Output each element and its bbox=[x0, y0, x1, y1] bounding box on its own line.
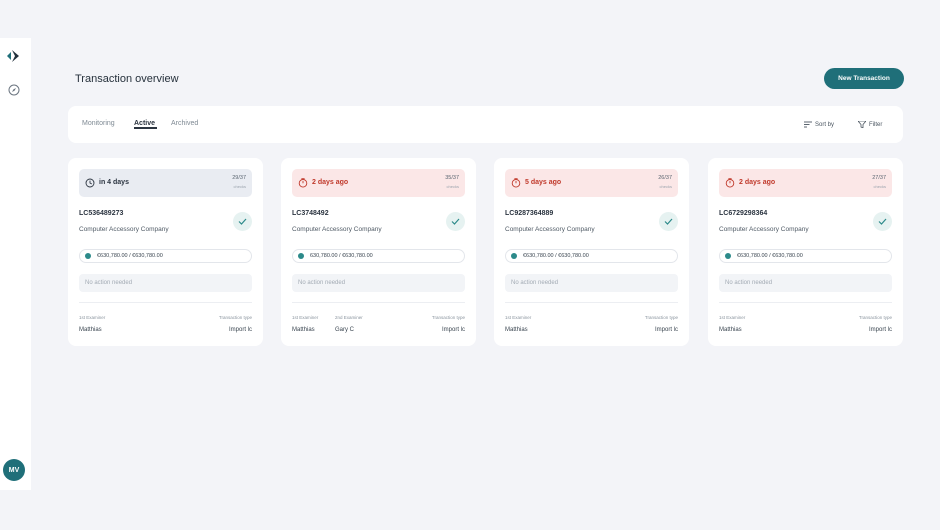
company-name: Computer Accessory Company bbox=[292, 226, 382, 233]
checks-count: 35/37 bbox=[445, 175, 459, 181]
filter-label: Filter bbox=[869, 121, 883, 128]
transaction-type-value: Import lc bbox=[868, 327, 892, 333]
status-banner: 5 days ago 26/37 checks bbox=[505, 169, 678, 197]
overdue-clock-icon bbox=[298, 178, 308, 188]
examiner1-label: 1st Examiner bbox=[719, 315, 746, 320]
overdue-clock-icon bbox=[725, 178, 735, 188]
amount-value: €630,780.00 / €630,780.00 bbox=[737, 253, 803, 259]
examiner1-value: Matthias bbox=[292, 327, 315, 333]
transaction-type-value: Import lc bbox=[228, 327, 252, 333]
compass-icon[interactable] bbox=[8, 84, 20, 96]
sidebar: MV bbox=[0, 38, 31, 490]
currency-icon bbox=[85, 253, 91, 259]
active-tab-indicator bbox=[134, 127, 157, 129]
lc-number[interactable]: LC6729298364 bbox=[719, 210, 767, 217]
status-banner: 2 days ago 27/37 checks bbox=[719, 169, 892, 197]
transaction-type-label: Transaction type bbox=[431, 315, 465, 320]
company-name: Computer Accessory Company bbox=[505, 226, 595, 233]
status-banner: 2 days ago 35/37 checks bbox=[292, 169, 465, 197]
tab-active[interactable]: Active bbox=[134, 120, 155, 127]
page-title: Transaction overview bbox=[75, 73, 179, 85]
examiner1-label: 1st Examiner bbox=[292, 315, 319, 320]
currency-icon bbox=[511, 253, 517, 259]
action-status: No action needed bbox=[292, 274, 465, 292]
transaction-card[interactable]: 2 days ago 35/37 checks LC3748492 Computer A… bbox=[281, 158, 476, 346]
examiner1-value: Matthias bbox=[719, 327, 742, 333]
checks-label: checks bbox=[873, 184, 886, 189]
transaction-type-label: Transaction type bbox=[858, 315, 892, 320]
check-icon bbox=[659, 212, 678, 231]
transaction-type-label: Transaction type bbox=[644, 315, 678, 320]
company-name: Computer Accessory Company bbox=[79, 226, 169, 233]
action-status: No action needed bbox=[79, 274, 252, 292]
filter-icon bbox=[858, 121, 866, 128]
company-name: Computer Accessory Company bbox=[719, 226, 809, 233]
currency-icon bbox=[725, 253, 731, 259]
overdue-clock-icon bbox=[511, 178, 521, 188]
checks-label: checks bbox=[446, 184, 459, 189]
divider bbox=[505, 302, 678, 303]
examiner1-label: 1st Examiner bbox=[79, 315, 106, 320]
action-status: No action needed bbox=[719, 274, 892, 292]
amount-value: 630,780.00 / €630,780.00 bbox=[310, 253, 373, 259]
transaction-type-label: Transaction type bbox=[218, 315, 252, 320]
amount-value: €630,780.00 / €630,780.00 bbox=[523, 253, 589, 259]
filter-button[interactable]: Filter bbox=[858, 121, 882, 128]
checks-count: 29/37 bbox=[232, 175, 246, 181]
divider bbox=[719, 302, 892, 303]
check-icon bbox=[446, 212, 465, 231]
tab-bar: Monitoring Active Archived Sort by Filte… bbox=[68, 106, 903, 143]
lc-number[interactable]: LC9287364889 bbox=[505, 210, 553, 217]
status-text: in 4 days bbox=[99, 179, 129, 186]
amount-pill: €630,780.00 / €630,780.00 bbox=[79, 249, 252, 263]
sort-by-button[interactable]: Sort by bbox=[804, 121, 834, 128]
amount-pill: 630,780.00 / €630,780.00 bbox=[292, 249, 465, 263]
check-icon bbox=[873, 212, 892, 231]
status-text: 2 days ago bbox=[312, 179, 349, 186]
checks-label: checks bbox=[233, 184, 246, 189]
status-text: 5 days ago bbox=[525, 179, 562, 186]
new-transaction-button[interactable]: New Transaction bbox=[824, 68, 904, 89]
transaction-card[interactable]: in 4 days 29/37 checks LC536489273 Computer … bbox=[68, 158, 263, 346]
divider bbox=[292, 302, 465, 303]
action-status: No action needed bbox=[505, 274, 678, 292]
divider bbox=[79, 302, 252, 303]
transaction-card[interactable]: 2 days ago 27/37 checks LC6729298364 Compute… bbox=[708, 158, 903, 346]
examiner2-label: 2nd Examiner bbox=[335, 315, 363, 320]
sort-by-label: Sort by bbox=[815, 121, 835, 128]
tab-archived[interactable]: Archived bbox=[171, 120, 198, 127]
avatar[interactable]: MV bbox=[3, 459, 25, 481]
logo-icon[interactable] bbox=[6, 49, 22, 63]
amount-pill: €630,780.00 / €630,780.00 bbox=[719, 249, 892, 263]
lc-number[interactable]: LC3748492 bbox=[292, 210, 329, 217]
transaction-card[interactable]: 5 days ago 26/37 checks LC9287364889 Compute… bbox=[494, 158, 689, 346]
clock-icon bbox=[85, 178, 95, 188]
examiner1-label: 1st Examiner bbox=[505, 315, 532, 320]
lc-number[interactable]: LC536489273 bbox=[79, 210, 123, 217]
currency-icon bbox=[298, 253, 304, 259]
transaction-type-value: Import lc bbox=[654, 327, 678, 333]
checks-count: 26/37 bbox=[658, 175, 672, 181]
examiner2-value: Gary C bbox=[335, 327, 355, 333]
status-banner: in 4 days 29/37 checks bbox=[79, 169, 252, 197]
check-icon bbox=[233, 212, 252, 231]
tab-monitoring[interactable]: Monitoring bbox=[82, 120, 115, 127]
checks-count: 27/37 bbox=[872, 175, 886, 181]
amount-value: €630,780.00 / €630,780.00 bbox=[97, 253, 163, 259]
examiner1-value: Matthias bbox=[79, 327, 102, 333]
checks-label: checks bbox=[659, 184, 672, 189]
amount-pill: €630,780.00 / €630,780.00 bbox=[505, 249, 678, 263]
examiner1-value: Matthias bbox=[505, 327, 528, 333]
transaction-type-value: Import lc bbox=[441, 327, 465, 333]
status-text: 2 days ago bbox=[739, 179, 776, 186]
sort-icon bbox=[804, 121, 812, 128]
